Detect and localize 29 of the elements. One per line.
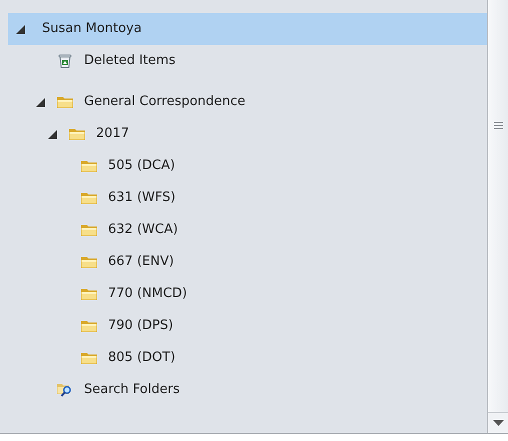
expanded-triangle-icon[interactable] <box>16 24 25 34</box>
grip-icon <box>494 122 502 129</box>
tree-item[interactable]: Susan Montoya <box>8 13 487 45</box>
tree-item[interactable]: Deleted Items <box>8 45 487 77</box>
tree-item[interactable]: General Correspondence <box>8 86 487 118</box>
folder-icon <box>80 190 98 206</box>
folder-icon <box>80 350 98 366</box>
tree-item[interactable]: 805 (DOT) <box>8 342 487 374</box>
tree-item[interactable]: 631 (WFS) <box>8 182 487 214</box>
trash-can-icon <box>56 53 74 69</box>
folder-icon <box>80 158 98 174</box>
expanded-triangle-icon[interactable] <box>36 98 45 106</box>
tree-item[interactable]: 2017 <box>8 118 487 150</box>
folder-icon <box>80 318 98 334</box>
folder-icon <box>80 286 98 302</box>
folder-icon <box>68 126 86 142</box>
search-folder-icon <box>56 382 74 398</box>
tree-item[interactable]: 667 (ENV) <box>8 246 487 278</box>
folder-icon <box>56 94 74 110</box>
folder-icon <box>80 222 98 238</box>
tree-item[interactable]: 505 (DCA) <box>8 150 487 182</box>
expanded-triangle-icon[interactable] <box>48 130 57 138</box>
tree-item[interactable]: 632 (WCA) <box>8 214 487 246</box>
tree-item[interactable]: 790 (DPS) <box>8 310 487 342</box>
tree-item[interactable]: 770 (NMCD) <box>8 278 487 310</box>
tree-item[interactable]: Search Folders <box>8 374 487 406</box>
scrollbar-thumb[interactable] <box>488 0 508 413</box>
down-arrow-icon <box>492 420 504 426</box>
folder-icon <box>80 254 98 270</box>
